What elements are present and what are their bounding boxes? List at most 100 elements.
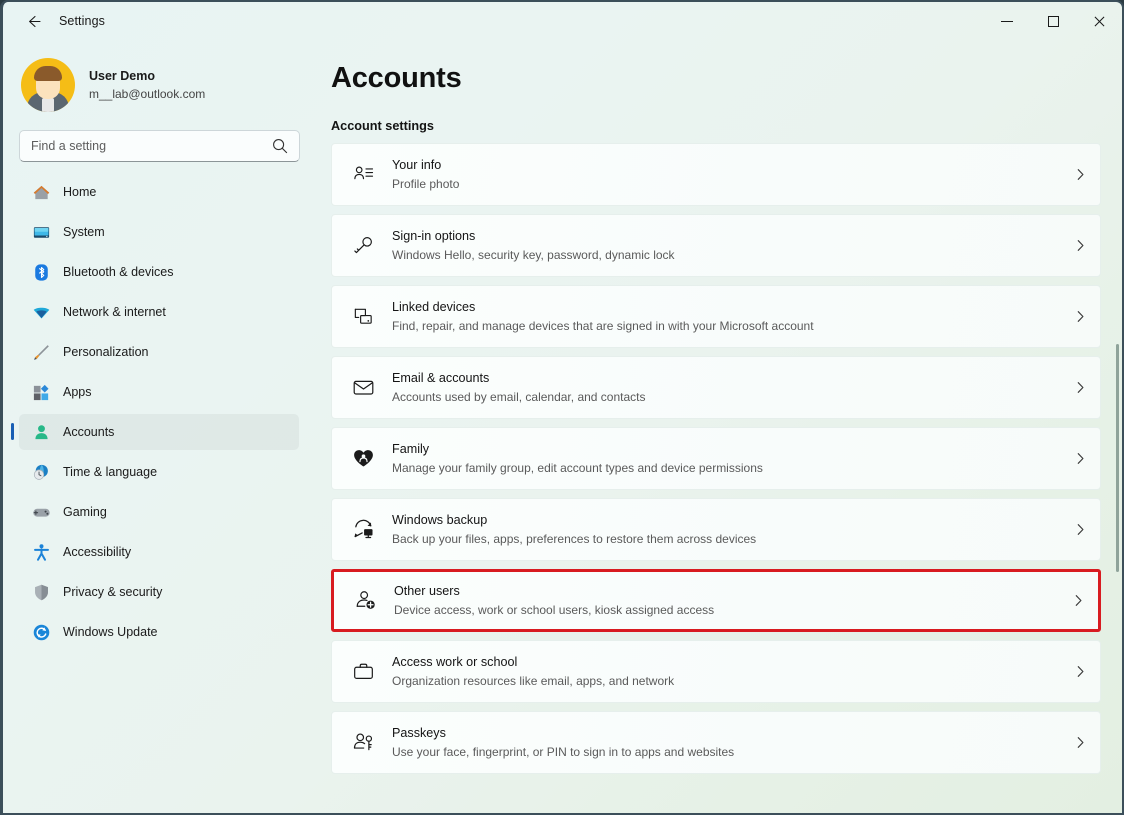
sidebar-item-label: Accessibility <box>63 545 131 559</box>
card-title: Family <box>392 442 429 456</box>
heart-family-icon <box>348 447 378 470</box>
sidebar-item-accessibility[interactable]: Accessibility <box>19 534 299 570</box>
sidebar-item-label: Bluetooth & devices <box>63 265 174 279</box>
card-title: Linked devices <box>392 300 475 314</box>
minimize-icon <box>1001 21 1013 22</box>
chevron-right-icon <box>1060 239 1100 252</box>
sidebar-item-label: Windows Update <box>63 625 158 639</box>
close-button[interactable] <box>1076 2 1122 40</box>
accessibility-icon <box>31 542 51 562</box>
bluetooth-icon <box>31 262 51 282</box>
account-info-icon <box>348 163 378 186</box>
add-user-icon <box>350 589 380 612</box>
chevron-right-icon <box>1060 452 1100 465</box>
paintbrush-icon <box>31 342 51 362</box>
sidebar: User Demo m__lab@outlook.com Home <box>3 44 315 815</box>
page-title: Accounts <box>331 62 1124 95</box>
sidebar-item-bluetooth-devices[interactable]: Bluetooth & devices <box>19 254 299 290</box>
search-input[interactable] <box>19 130 300 162</box>
update-refresh-icon <box>31 622 51 642</box>
profile-block[interactable]: User Demo m__lab@outlook.com <box>19 44 299 122</box>
search-box <box>19 130 299 162</box>
maximize-button[interactable] <box>1030 2 1076 40</box>
sidebar-item-label: System <box>63 225 105 239</box>
card-title: Windows backup <box>392 513 487 527</box>
sidebar-item-label: Time & language <box>63 465 157 479</box>
sidebar-item-label: Home <box>63 185 96 199</box>
vertical-scrollbar[interactable] <box>1112 44 1122 815</box>
sidebar-item-network-internet[interactable]: Network & internet <box>19 294 299 330</box>
card-subtitle: Accounts used by email, calendar, and co… <box>392 388 1060 406</box>
app-title: Settings <box>59 14 105 28</box>
sidebar-item-label: Apps <box>63 385 92 399</box>
sidebar-item-privacy-security[interactable]: Privacy & security <box>19 574 299 610</box>
briefcase-icon <box>348 660 378 683</box>
window-controls <box>984 2 1122 40</box>
card-subtitle: Manage your family group, edit account t… <box>392 459 1060 477</box>
sidebar-item-gaming[interactable]: Gaming <box>19 494 299 530</box>
card-subtitle: Windows Hello, security key, password, d… <box>392 246 1060 264</box>
scrollbar-thumb[interactable] <box>1116 344 1119 572</box>
card-title: Passkeys <box>392 726 446 740</box>
back-button[interactable] <box>17 6 51 36</box>
card-title: Other users <box>394 584 460 598</box>
sidebar-item-label: Accounts <box>63 425 114 439</box>
chevron-right-icon <box>1060 736 1100 749</box>
chevron-right-icon <box>1060 381 1100 394</box>
settings-card-passkeys[interactable]: Passkeys Use your face, fingerprint, or … <box>331 711 1101 774</box>
sidebar-item-windows-update[interactable]: Windows Update <box>19 614 299 650</box>
sidebar-item-label: Network & internet <box>63 305 166 319</box>
card-subtitle: Device access, work or school users, kio… <box>394 601 1058 619</box>
chevron-right-icon <box>1060 168 1100 181</box>
settings-card-your-info[interactable]: Your info Profile photo <box>331 143 1101 206</box>
settings-card-windows-backup[interactable]: Windows backup Back up your files, apps,… <box>331 498 1101 561</box>
sidebar-item-home[interactable]: Home <box>19 174 299 210</box>
sidebar-item-system[interactable]: System <box>19 214 299 250</box>
shield-icon <box>31 582 51 602</box>
card-subtitle: Organization resources like email, apps,… <box>392 672 1060 690</box>
sidebar-item-time-language[interactable]: Time & language <box>19 454 299 490</box>
settings-card-sign-in-options[interactable]: Sign-in options Windows Hello, security … <box>331 214 1101 277</box>
sidebar-item-personalization[interactable]: Personalization <box>19 334 299 370</box>
settings-card-other-users[interactable]: Other users Device access, work or schoo… <box>331 569 1101 632</box>
gamepad-icon <box>31 502 51 522</box>
card-subtitle: Find, repair, and manage devices that ar… <box>392 317 1060 335</box>
chevron-right-icon <box>1058 594 1098 607</box>
card-title: Email & accounts <box>392 371 489 385</box>
avatar <box>21 58 75 112</box>
wifi-icon <box>31 302 51 322</box>
settings-card-access-work-school[interactable]: Access work or school Organization resou… <box>331 640 1101 703</box>
person-icon <box>31 422 51 442</box>
close-icon <box>1093 15 1105 27</box>
search-icon[interactable] <box>271 137 289 155</box>
settings-window: Settings User Demo m__lab@outlook.com <box>0 0 1124 815</box>
chevron-right-icon <box>1060 310 1100 323</box>
sidebar-item-label: Privacy & security <box>63 585 162 599</box>
home-icon <box>31 182 51 202</box>
card-subtitle: Back up your files, apps, preferences to… <box>392 530 1060 548</box>
sidebar-item-apps[interactable]: Apps <box>19 374 299 410</box>
key-icon <box>348 234 378 257</box>
card-title: Your info <box>392 158 441 172</box>
card-subtitle: Use your face, fingerprint, or PIN to si… <box>392 743 1060 761</box>
settings-card-family[interactable]: Family Manage your family group, edit ac… <box>331 427 1101 490</box>
monitor-icon <box>31 222 51 242</box>
apps-grid-icon <box>31 382 51 402</box>
linked-devices-icon <box>348 305 378 328</box>
settings-card-linked-devices[interactable]: Linked devices Find, repair, and manage … <box>331 285 1101 348</box>
sidebar-item-accounts[interactable]: Accounts <box>19 414 299 450</box>
minimize-button[interactable] <box>984 2 1030 40</box>
main-content: Accounts Account settings Your info Prof… <box>315 44 1124 815</box>
card-title: Access work or school <box>392 655 517 669</box>
chevron-right-icon <box>1060 665 1100 678</box>
card-subtitle: Profile photo <box>392 175 1060 193</box>
profile-email: m__lab@outlook.com <box>89 85 205 103</box>
backup-icon <box>348 518 378 541</box>
chevron-right-icon <box>1060 523 1100 536</box>
envelope-icon <box>348 376 378 399</box>
title-bar: Settings <box>3 2 1122 40</box>
profile-name: User Demo <box>89 67 205 86</box>
sidebar-item-label: Gaming <box>63 505 107 519</box>
back-arrow-icon <box>26 13 43 30</box>
settings-card-email-accounts[interactable]: Email & accounts Accounts used by email,… <box>331 356 1101 419</box>
